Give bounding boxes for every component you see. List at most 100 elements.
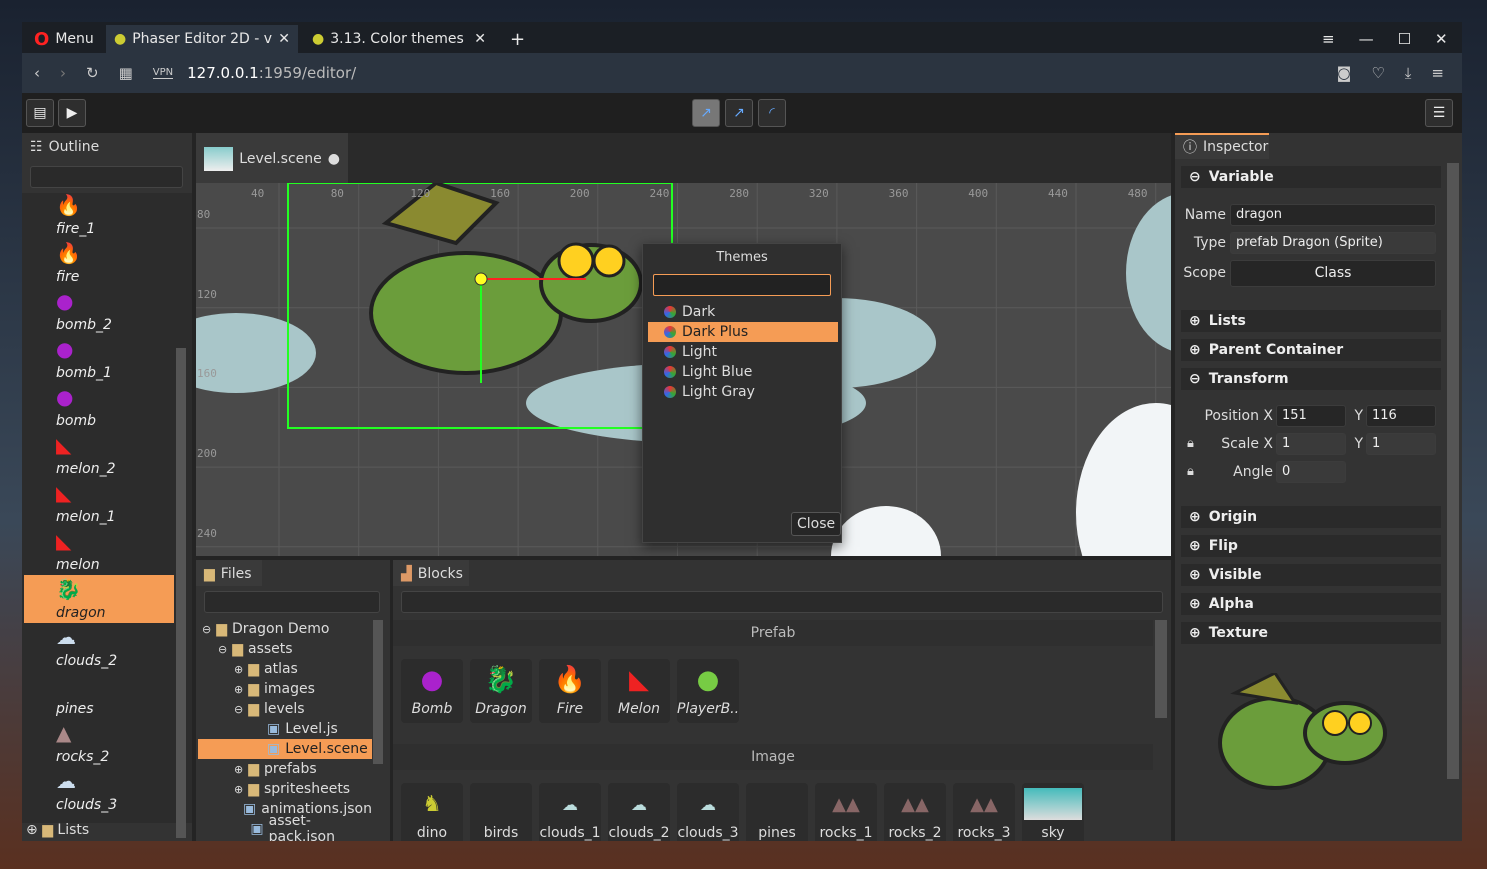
- tab-outline[interactable]: ☷ Outline: [22, 133, 102, 159]
- reload-icon[interactable]: ↻: [86, 64, 99, 82]
- angle-input[interactable]: 0: [1276, 461, 1346, 483]
- file-tree-item[interactable]: ⊕ ▆ spritesheets: [198, 779, 372, 799]
- prefab-block[interactable]: 🔥 Fire: [539, 659, 601, 723]
- section-transform[interactable]: ⊖ Transform: [1181, 368, 1441, 390]
- file-tree-item[interactable]: ⊖ ▆ Dragon Demo: [198, 619, 372, 639]
- outline-item[interactable]: ◣ melon: [24, 527, 174, 575]
- close-button[interactable]: Close: [791, 512, 842, 536]
- blocks-search[interactable]: [401, 591, 1163, 613]
- image-block[interactable]: sky: [1022, 783, 1084, 841]
- section-lists[interactable]: ⊕ Lists: [1181, 310, 1441, 332]
- tab-blocks[interactable]: ▟ Blocks: [393, 560, 469, 586]
- outline-item[interactable]: ● bomb_1: [24, 335, 174, 383]
- image-block[interactable]: ☁ clouds_1: [539, 783, 601, 841]
- expand-icon[interactable]: ⊕: [234, 783, 243, 796]
- rotate-tool-button[interactable]: ◜: [758, 99, 786, 127]
- settings-icon[interactable]: ≡: [1431, 64, 1444, 82]
- tab-files[interactable]: ▆ Files: [196, 560, 262, 586]
- speed-dial-icon[interactable]: ▦: [119, 64, 133, 82]
- file-tree-item[interactable]: ▣ Level.scene: [198, 739, 372, 759]
- inspector-scrollbar[interactable]: [1447, 163, 1459, 779]
- collapse-icon[interactable]: ⊖: [234, 703, 243, 716]
- outline-item[interactable]: pines: [24, 671, 174, 719]
- main-menu-button[interactable]: ☰: [1425, 99, 1453, 127]
- minimize-icon[interactable]: —: [1359, 30, 1374, 48]
- file-tree-item[interactable]: ▣ Level.js: [198, 719, 372, 739]
- new-tab-button[interactable]: +: [502, 25, 533, 53]
- close-icon[interactable]: ✕: [474, 31, 486, 47]
- image-block[interactable]: ♞ dino: [401, 783, 463, 841]
- collapse-icon[interactable]: ⊖: [218, 643, 227, 656]
- maximize-icon[interactable]: ☐: [1398, 30, 1411, 48]
- prefab-block[interactable]: ● PlayerB..: [677, 659, 739, 723]
- files-scrollbar[interactable]: [373, 620, 383, 764]
- theme-item[interactable]: Light Blue: [648, 362, 838, 382]
- file-tree-item[interactable]: ⊕ ▆ atlas: [198, 659, 372, 679]
- image-block[interactable]: ▲▲ rocks_3: [953, 783, 1015, 841]
- image-block[interactable]: ▲▲ rocks_2: [884, 783, 946, 841]
- expand-icon[interactable]: ⊕: [234, 683, 243, 696]
- file-tree-item[interactable]: ⊖ ▆ levels: [198, 699, 372, 719]
- theme-item[interactable]: Light: [648, 342, 838, 362]
- scale-y-input[interactable]: 1: [1366, 433, 1436, 455]
- position-y-input[interactable]: 116: [1366, 405, 1436, 427]
- outline-item[interactable]: ▲ rocks_2: [24, 719, 174, 767]
- tab-color-themes[interactable]: ● 3.13. Color themes — ✕: [304, 25, 494, 53]
- file-tree-item[interactable]: ▣ asset-pack.json: [198, 813, 372, 841]
- image-block[interactable]: ☁ clouds_2: [608, 783, 670, 841]
- new-file-button[interactable]: ▤: [26, 99, 54, 127]
- outline-scrollbar[interactable]: [176, 348, 186, 838]
- back-icon[interactable]: ‹: [34, 64, 40, 82]
- image-block[interactable]: pines: [746, 783, 808, 841]
- outline-item[interactable]: 🔥 fire: [24, 239, 174, 287]
- url[interactable]: 127.0.0.1:1959/editor/: [187, 64, 356, 82]
- section-texture[interactable]: ⊕ Texture: [1181, 622, 1441, 644]
- tab-level-scene[interactable]: Level.scene ●: [196, 133, 348, 183]
- prefab-block[interactable]: ◣ Melon: [608, 659, 670, 723]
- outline-item[interactable]: ◣ melon_2: [24, 431, 174, 479]
- position-x-input[interactable]: 151: [1276, 405, 1346, 427]
- scope-button[interactable]: Class: [1230, 260, 1436, 287]
- tab-phaser[interactable]: ● Phaser Editor 2D - v3. ✕: [106, 25, 298, 53]
- outline-item[interactable]: ☁ clouds_3: [24, 767, 174, 815]
- heart-icon[interactable]: ♡: [1371, 64, 1384, 82]
- file-tree-item[interactable]: ⊖ ▆ assets: [198, 639, 372, 659]
- close-window-icon[interactable]: ✕: [1435, 30, 1448, 48]
- blocks-scrollbar[interactable]: [1155, 620, 1167, 718]
- section-visible[interactable]: ⊕ Visible: [1181, 564, 1441, 586]
- outline-item[interactable]: ◣ melon_1: [24, 479, 174, 527]
- camera-icon[interactable]: ◙: [1337, 64, 1352, 82]
- outline-lists-item[interactable]: ⊕ ▆ Lists: [26, 822, 89, 838]
- theme-item[interactable]: Dark: [648, 302, 838, 322]
- file-tree-item[interactable]: ⊕ ▆ images: [198, 679, 372, 699]
- section-flip[interactable]: ⊕ Flip: [1181, 535, 1441, 557]
- close-icon[interactable]: ✕: [278, 31, 290, 47]
- section-parent-container[interactable]: ⊕ Parent Container: [1181, 339, 1441, 361]
- play-button[interactable]: ▶: [58, 99, 86, 127]
- tab-inspector[interactable]: ⓘ Inspector: [1175, 133, 1269, 159]
- forward-icon[interactable]: ›: [60, 64, 66, 82]
- image-block[interactable]: ☁ clouds_3: [677, 783, 739, 841]
- download-icon[interactable]: ⤓: [1405, 64, 1412, 82]
- collapse-icon[interactable]: ⊖: [202, 623, 211, 636]
- section-alpha[interactable]: ⊕ Alpha: [1181, 593, 1441, 615]
- vpn-badge[interactable]: VPN: [152, 67, 174, 79]
- theme-item[interactable]: Dark Plus: [648, 322, 838, 342]
- prefab-block[interactable]: ● Bomb: [401, 659, 463, 723]
- image-block[interactable]: birds: [470, 783, 532, 841]
- outline-item[interactable]: 🔥 fire_1: [24, 193, 174, 239]
- outline-item[interactable]: ● bomb: [24, 383, 174, 431]
- prefab-block[interactable]: 🐉 Dragon: [470, 659, 532, 723]
- themes-filter-input[interactable]: [653, 274, 831, 296]
- theme-item[interactable]: Light Gray: [648, 382, 838, 402]
- name-input[interactable]: dragon: [1230, 204, 1436, 226]
- tab-menu-icon[interactable]: ≡: [1322, 30, 1335, 48]
- image-block[interactable]: ▲▲ rocks_1: [815, 783, 877, 841]
- opera-menu[interactable]: O Menu: [26, 25, 102, 53]
- scale-x-input[interactable]: 1: [1276, 433, 1346, 455]
- section-variable[interactable]: ⊖ Variable: [1181, 166, 1441, 188]
- outline-item[interactable]: 🐉 dragon: [24, 575, 174, 623]
- scale-tool-button[interactable]: ↗: [725, 99, 753, 127]
- expand-icon[interactable]: ⊕: [234, 663, 243, 676]
- outline-item[interactable]: ● bomb_2: [24, 287, 174, 335]
